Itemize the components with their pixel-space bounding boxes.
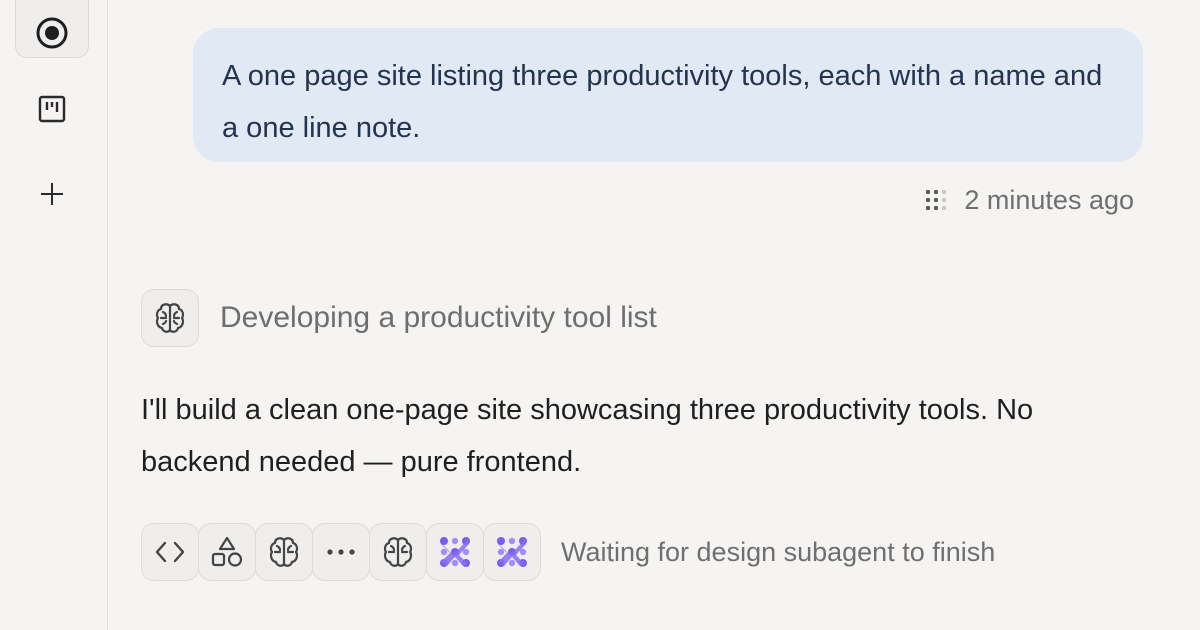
agent-chip-2[interactable] [483,523,541,581]
thinking-label: Developing a productivity tool list [220,301,657,334]
brain-icon [383,537,413,567]
more-icon [327,549,355,555]
user-message-bubble: A one page site listing three productivi… [193,28,1143,162]
user-message-text: A one page site listing three productivi… [222,60,1103,144]
assistant-reply-text: I'll build a clean one-page site showcas… [141,394,1034,478]
shapes-chip[interactable] [198,523,256,581]
new-button[interactable] [15,172,89,216]
message-meta: 2 minutes ago [926,182,1134,218]
shapes-icon [211,536,243,567]
board-icon [38,95,66,123]
thinking-chip[interactable] [141,289,199,347]
code-icon [155,541,185,563]
brain-icon [269,537,299,567]
brain-chip[interactable] [255,523,313,581]
plus-icon [41,183,63,205]
left-rail [0,0,108,630]
message-timestamp: 2 minutes ago [964,184,1134,215]
board-button[interactable] [15,88,89,130]
agent-chip[interactable] [426,523,484,581]
code-chip[interactable] [141,523,199,581]
brain-chip-2[interactable] [369,523,427,581]
activity-status: Waiting for design subagent to finish [561,536,996,567]
record-button[interactable] [15,0,89,58]
more-chip[interactable] [312,523,370,581]
assistant-reply: I'll build a clean one-page site showcas… [141,384,1141,488]
thinking-step[interactable]: Developing a productivity tool list [141,288,657,348]
activity-toolbar: Waiting for design subagent to finish [141,523,995,581]
drag-handle-icon[interactable] [926,190,947,210]
agent-icon [440,537,470,567]
brain-icon [155,303,185,333]
agent-icon [497,537,527,567]
record-icon [36,17,68,49]
